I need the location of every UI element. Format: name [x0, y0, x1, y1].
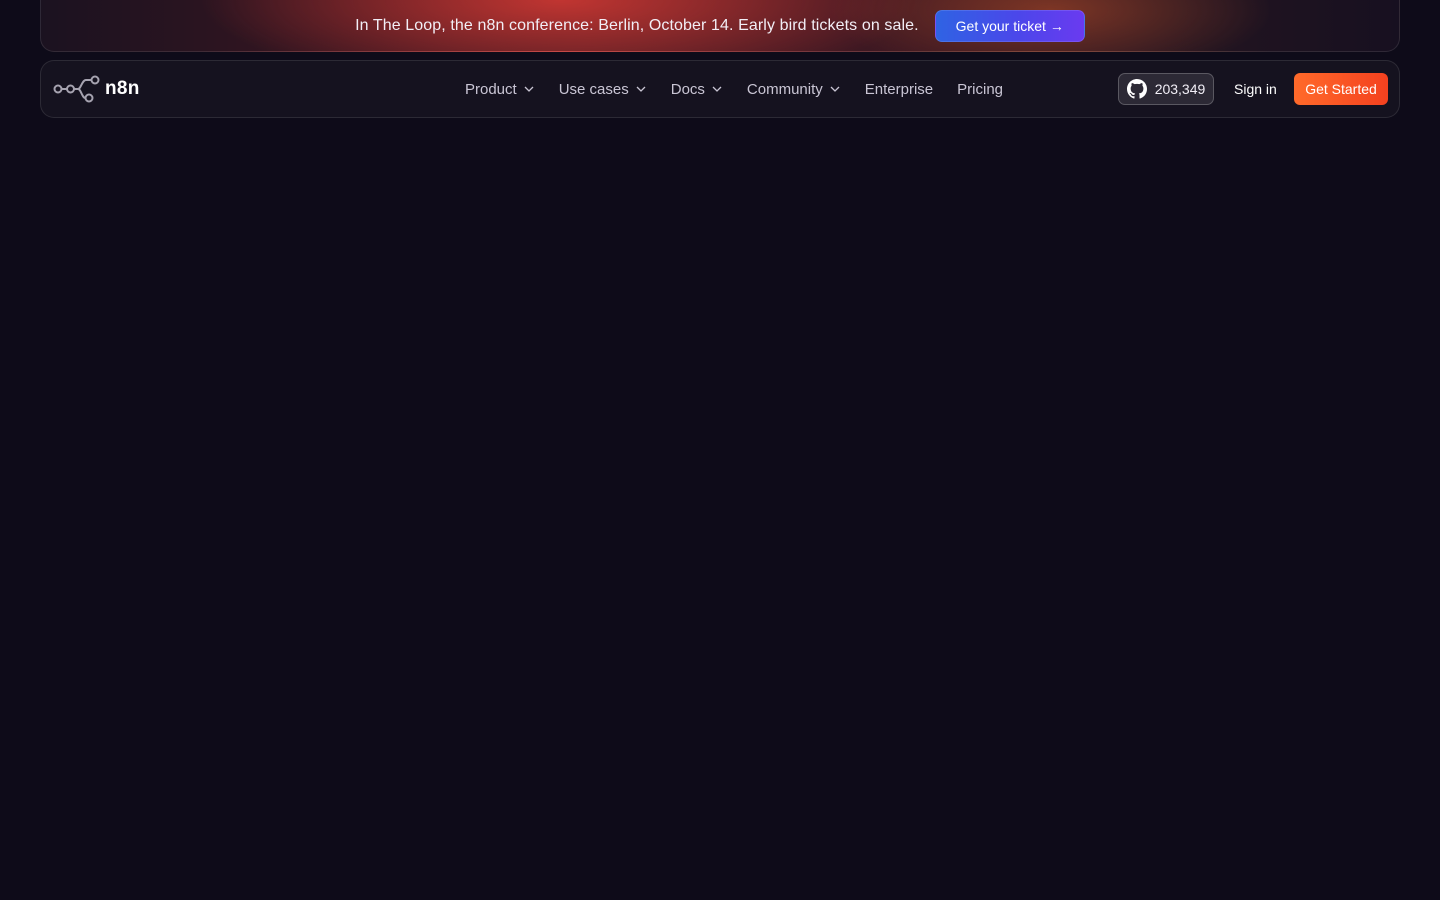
nav-item-label: Use cases	[558, 80, 629, 98]
nav-item-product[interactable]: Product	[453, 81, 547, 98]
nav-item-use-cases[interactable]: Use cases	[547, 81, 659, 98]
main-navbar: n8n Product Use cases Docs Community Ent…	[40, 60, 1400, 118]
arrow-right-icon: →	[1049, 17, 1064, 34]
chevron-down-icon	[830, 86, 840, 92]
github-icon	[1126, 79, 1147, 99]
github-stars-count: 203,349	[1154, 81, 1206, 97]
nav-item-label: Product	[465, 80, 517, 98]
nav-item-enterprise[interactable]: Enterprise	[853, 81, 945, 98]
logo-text: n8n	[105, 78, 140, 99]
nav-item-label: Community	[746, 80, 823, 98]
github-stars-button[interactable]: 203,349	[1118, 73, 1214, 105]
primary-nav: Product Use cases Docs Community Enterpr…	[453, 61, 1015, 117]
nav-item-pricing[interactable]: Pricing	[945, 81, 1015, 98]
nav-item-label: Pricing	[957, 80, 1004, 98]
sign-in-link[interactable]: Sign in	[1234, 61, 1277, 117]
nav-item-community[interactable]: Community	[735, 81, 853, 98]
nav-item-label: Enterprise	[864, 80, 934, 98]
get-started-button[interactable]: Get Started	[1294, 73, 1388, 105]
get-ticket-label: Get your ticket	[955, 17, 1046, 34]
banner-text: In The Loop, the n8n conference: Berlin,…	[355, 16, 919, 34]
chevron-down-icon	[636, 86, 646, 92]
chevron-down-icon	[524, 86, 534, 92]
n8n-logo[interactable]: n8n	[53, 75, 140, 103]
nav-item-label: Docs	[670, 80, 705, 98]
n8n-nodes-logo-icon	[53, 75, 100, 103]
get-ticket-button[interactable]: Get your ticket →	[934, 9, 1085, 42]
nav-item-docs[interactable]: Docs	[659, 81, 735, 98]
announcement-banner: In The Loop, the n8n conference: Berlin,…	[40, 0, 1400, 52]
chevron-down-icon	[712, 86, 722, 92]
